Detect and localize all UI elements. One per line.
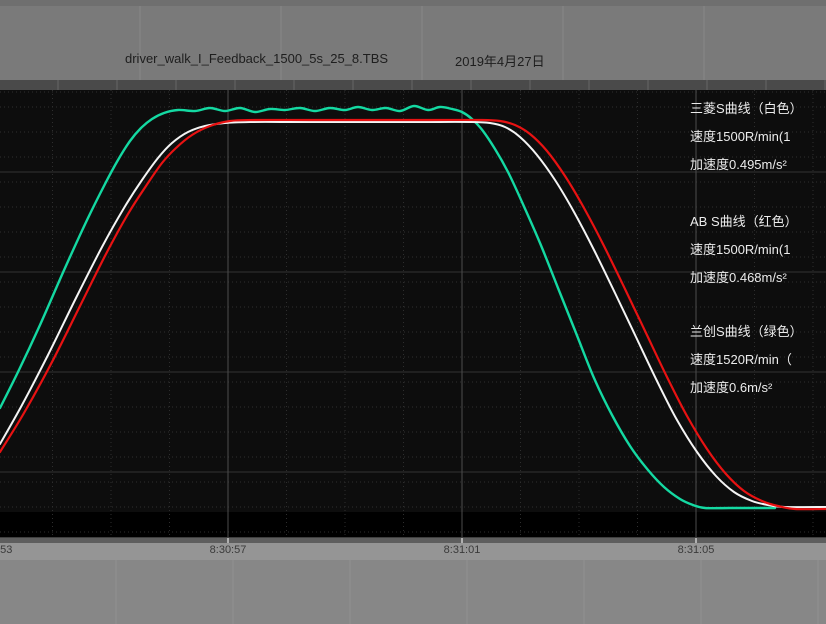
plot-area[interactable]: 三菱S曲线（白色） 速度1500R/min(1 加速度0.495m/s² AB … [0,90,826,537]
legend-speed-value: 速度1500R/min(1 [690,123,826,151]
header-bar: driver_walk_I_Feedback_1500_5s_25_8.TBS … [0,0,826,80]
legend-series-name: AB S曲线（红色） [690,208,826,236]
legend-series-name: 兰创S曲线（绿色） [690,318,826,346]
x-tick-mark [461,538,463,543]
x-axis-tickbar [0,538,826,543]
x-axis: 8:30:53 8:30:57 8:31:01 8:31:05 [0,537,826,561]
legend-speed-value: 速度1520R/min（ [690,346,826,374]
legend-speed-value: 速度1500R/min(1 [690,236,826,264]
x-tick-label: 8:31:01 [444,544,481,556]
x-tick-mark [695,538,697,543]
legend-block-lanchuang: 兰创S曲线（绿色） 速度1520R/min（ 加速度0.6m/s² [690,318,826,402]
x-tick-label: 8:30:57 [210,544,247,556]
header-divider-band [0,80,826,90]
record-date: 2019年4月27日 [455,51,545,70]
legend-accel-value: 加速度0.6m/s² [690,374,826,402]
legend-series-name: 三菱S曲线（白色） [690,95,826,123]
x-tick-mark [227,538,229,543]
legend-accel-value: 加速度0.495m/s² [690,151,826,179]
x-tick-label: 8:31:05 [678,544,715,556]
legend-accel-value: 加速度0.468m/s² [690,264,826,292]
page-title: driver_walk_I_Feedback_1500_5s_25_8.TBS [125,51,388,66]
legend-block-mitsubishi: 三菱S曲线（白色） 速度1500R/min(1 加速度0.495m/s² [690,95,826,179]
scope-screen: driver_walk_I_Feedback_1500_5s_25_8.TBS … [0,0,826,624]
x-tick-label: 8:30:53 [0,544,12,556]
legend-block-ab: AB S曲线（红色） 速度1500R/min(1 加速度0.468m/s² [690,208,826,292]
bottom-area [0,560,826,624]
